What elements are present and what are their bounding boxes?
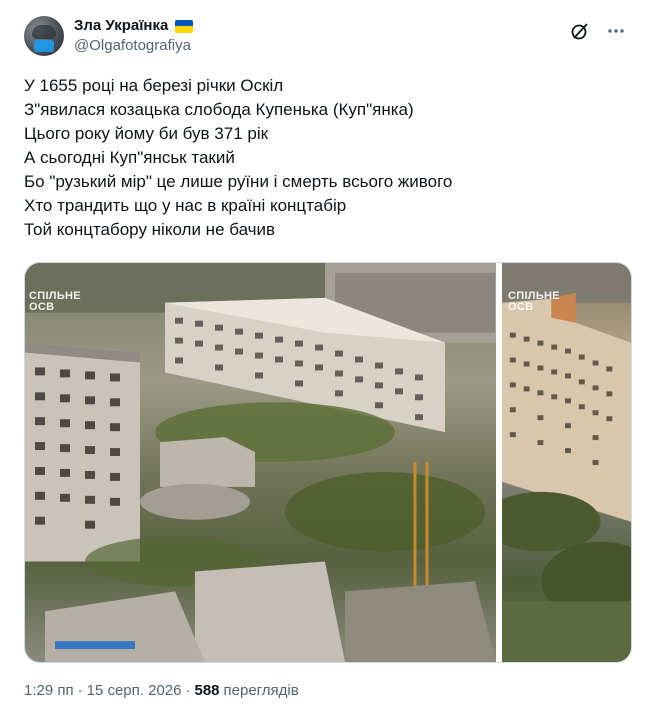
more-icon[interactable] <box>603 18 629 44</box>
views-label: переглядів <box>223 682 299 699</box>
tweet: Зла Українка @Olgafotografiya У 1655 роц… <box>0 0 645 717</box>
tweet-line: Цього року йому би був 371 рік <box>24 124 269 143</box>
tweet-line: З"явилася козацька слобода Купенька (Куп… <box>24 100 414 119</box>
user-handle[interactable]: @Olgafotografiya <box>74 36 193 56</box>
display-name[interactable]: Зла Українка <box>74 16 168 36</box>
views-count: 588 <box>194 682 220 699</box>
header-actions <box>567 18 629 44</box>
tweet-time[interactable]: 1:29 пп <box>24 682 74 699</box>
watermark: СПІЛЬНЕ ОСВ <box>29 290 81 313</box>
tweet-header: Зла Українка @Olgafotografiya <box>24 16 629 60</box>
tweet-line: Хто трандить що у нас в країні концтабір <box>24 196 347 215</box>
photo-destroyed-buildings[interactable]: СПІЛЬНЕ ОСВ <box>25 263 496 662</box>
separator: · <box>185 682 191 699</box>
tweet-text: У 1655 році на березі річки Оскіл З"явил… <box>24 74 629 242</box>
avatar[interactable] <box>24 16 64 56</box>
ukraine-flag-icon <box>175 19 194 33</box>
display-name-row: Зла Українка <box>74 16 194 36</box>
tweet-line: А сьогодні Куп"янськ такий <box>24 148 235 167</box>
author-names: Зла Українка @Olgafotografiya <box>74 16 194 56</box>
tweet-date[interactable]: 15 серп. 2026 <box>87 682 182 699</box>
tweet-line: Бо "рузький мір" це лише руїни і смерть … <box>24 172 453 191</box>
tweet-line: Той концтабору ніколи не бачив <box>24 220 276 239</box>
tweet-meta: 1:29 пп · 15 серп. 2026 · 588 переглядів <box>24 682 299 699</box>
separator: · <box>77 682 83 699</box>
media-gallery: СПІЛЬНЕ ОСВ СПІЛЬНЕ ОСВ <box>24 262 632 663</box>
photo-destroyed-highrise[interactable]: СПІЛЬНЕ ОСВ <box>502 263 631 662</box>
watermark: СПІЛЬНЕ ОСВ <box>508 290 560 313</box>
grok-icon[interactable] <box>567 18 593 44</box>
tweet-line: У 1655 році на березі річки Оскіл <box>24 76 284 95</box>
avatar-camera-badge <box>34 40 54 52</box>
